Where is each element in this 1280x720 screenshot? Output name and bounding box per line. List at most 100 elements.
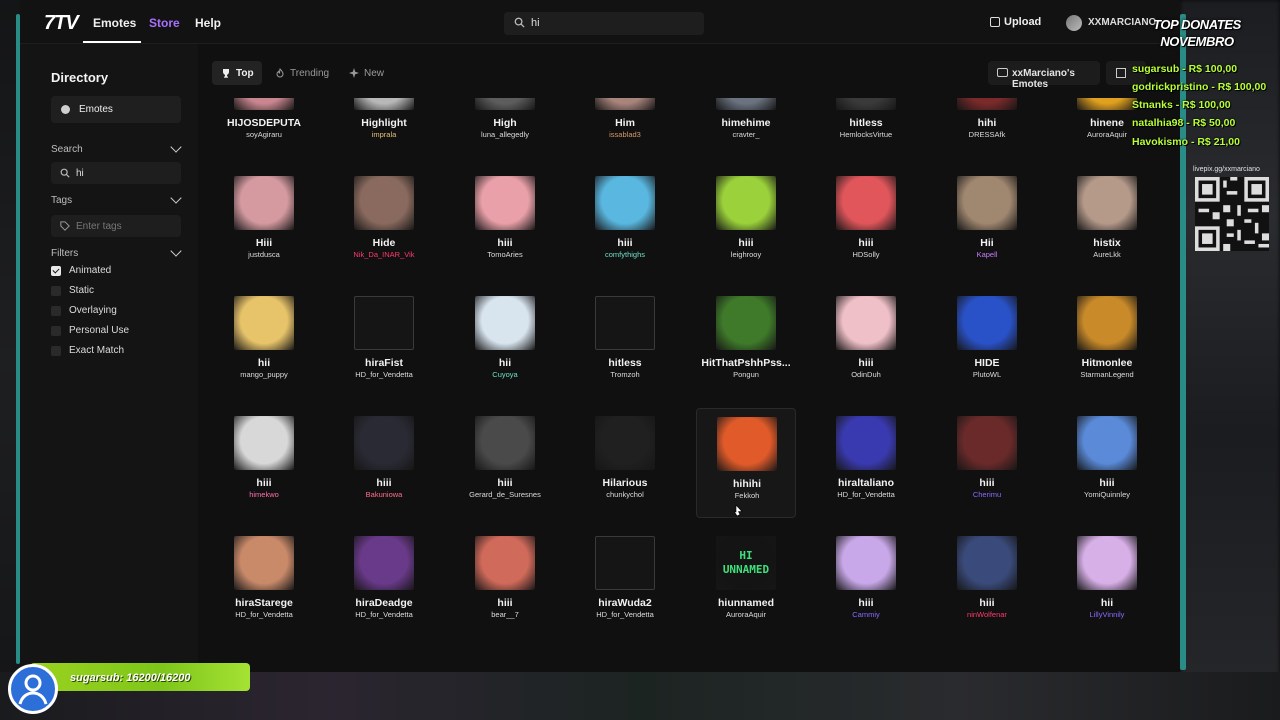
emote-owner[interactable]: Nik_Da_INAR_Vik	[334, 250, 434, 259]
emote-card[interactable]: hitless HemlocksVirtue	[816, 98, 916, 158]
emote-card[interactable]: hiraFist HD_for_Vendetta	[334, 288, 434, 398]
emote-card[interactable]: HitThatPshhPss... Pongun	[696, 288, 796, 398]
emote-owner[interactable]: cravter_	[696, 130, 796, 139]
emote-card[interactable]: hiii TomoAries	[455, 168, 555, 278]
emote-owner[interactable]: imprala	[334, 130, 434, 139]
emote-card[interactable]: hihi DRESSAfk	[937, 98, 1037, 158]
emote-owner[interactable]: luna_allegedly	[455, 130, 555, 139]
emote-card[interactable]: hiii Cammiy	[816, 528, 916, 638]
emote-card[interactable]: High luna_allegedly	[455, 98, 555, 158]
nav-store-link[interactable]: Store	[149, 16, 180, 30]
filter-exact-match[interactable]: Exact Match	[51, 345, 191, 359]
emote-card[interactable]: hiii leighrooy	[696, 168, 796, 278]
chevron-down-icon[interactable]	[170, 245, 182, 257]
emote-owner[interactable]: TomoAries	[455, 250, 555, 259]
emote-owner[interactable]: bear__7	[455, 610, 555, 619]
emote-card[interactable]: hii LillyVinnily	[1057, 528, 1157, 638]
tab-trending[interactable]: Trending	[266, 61, 332, 85]
emote-owner[interactable]: HDSolly	[816, 250, 916, 259]
emote-card[interactable]: hiii YomiQuinnley	[1057, 408, 1157, 518]
emote-owner[interactable]: Cherimu	[937, 490, 1037, 499]
emote-owner[interactable]: justdusca	[214, 250, 314, 259]
emote-owner[interactable]: PlutoWL	[937, 370, 1037, 379]
emote-card[interactable]: hiii Gerard_de_Suresnes	[455, 408, 555, 518]
filter-overlaying[interactable]: Overlaying	[51, 305, 191, 319]
emote-card[interactable]: Hide Nik_Da_INAR_Vik	[334, 168, 434, 278]
emote-owner[interactable]: chunkychol	[575, 490, 675, 499]
emote-card[interactable]: hiraWuda2 HD_for_Vendetta	[575, 528, 675, 638]
emote-owner[interactable]: soyAgiraru	[214, 130, 314, 139]
emote-card[interactable]: hiii HDSolly	[816, 168, 916, 278]
emote-card[interactable]: Highlight imprala	[334, 98, 434, 158]
emote-owner[interactable]: himekwo	[214, 490, 314, 499]
search-input[interactable]: hi	[51, 162, 181, 184]
emote-card[interactable]: hiii Cherimu	[937, 408, 1037, 518]
emote-card[interactable]: hiii comfythighs	[575, 168, 675, 278]
emote-owner[interactable]: Bakuniowa	[334, 490, 434, 499]
chevron-down-icon[interactable]	[170, 141, 182, 153]
checkbox[interactable]	[51, 326, 61, 336]
emote-card[interactable]: hitless Tromzoh	[575, 288, 675, 398]
emote-owner[interactable]: Cuyoya	[455, 370, 555, 379]
emote-owner[interactable]: ninWolfenar	[937, 610, 1037, 619]
emote-owner[interactable]: YomiQuinnley	[1057, 490, 1157, 499]
emote-card[interactable]: hiii bear__7	[455, 528, 555, 638]
emote-card[interactable]: hiraStarege HD_for_Vendetta	[214, 528, 314, 638]
emote-owner[interactable]: comfythighs	[575, 250, 675, 259]
my-emotes-button[interactable]: xxMarciano's Emotes	[988, 61, 1100, 90]
emote-card[interactable]: hiii OdinDuh	[816, 288, 916, 398]
emote-card[interactable]: hihihi Fekkoh	[696, 408, 796, 518]
site-logo[interactable]: 7TV	[44, 12, 79, 35]
nav-help-link[interactable]: Help	[195, 16, 221, 30]
checkbox[interactable]	[51, 306, 61, 316]
nav-emotes-link[interactable]: Emotes	[93, 16, 136, 30]
emote-card[interactable]: hii Cuyoya	[455, 288, 555, 398]
filter-personal-use[interactable]: Personal Use	[51, 325, 191, 339]
sidebar-item-emotes[interactable]: Emotes	[51, 96, 181, 123]
emote-card[interactable]: hiii ninWolfenar	[937, 528, 1037, 638]
tags-input[interactable]: Enter tags	[51, 215, 181, 237]
emote-owner[interactable]: Tromzoh	[575, 370, 675, 379]
emote-owner[interactable]: HemlocksVirtue	[816, 130, 916, 139]
emote-card[interactable]: Hii Kapell	[937, 168, 1037, 278]
upload-button[interactable]: Upload	[988, 16, 1041, 28]
emote-card[interactable]: histix AureLkk	[1057, 168, 1157, 278]
tab-top[interactable]: Top	[212, 61, 262, 85]
emote-owner[interactable]: OdinDuh	[816, 370, 916, 379]
emote-card[interactable]: hiraDeadge HD_for_Vendetta	[334, 528, 434, 638]
filter-animated[interactable]: Animated	[51, 265, 191, 279]
emote-owner[interactable]: HD_for_Vendetta	[575, 610, 675, 619]
emote-card[interactable]: Hilarious chunkychol	[575, 408, 675, 518]
global-search-input[interactable]: hi	[504, 12, 704, 35]
emote-owner[interactable]: DRESSAfk	[937, 130, 1037, 139]
emote-owner[interactable]: leighrooy	[696, 250, 796, 259]
emote-owner[interactable]: HD_for_Vendetta	[214, 610, 314, 619]
emote-owner[interactable]: Fekkoh	[697, 491, 797, 500]
checkbox-checked[interactable]	[51, 266, 61, 276]
emote-owner[interactable]: AuroraAquir	[696, 610, 796, 619]
emote-card[interactable]: hii mango_puppy	[214, 288, 314, 398]
emote-card[interactable]: Him issablad3	[575, 98, 675, 158]
emote-owner[interactable]: StarmanLegend	[1057, 370, 1157, 379]
emote-card[interactable]: hiii himekwo	[214, 408, 314, 518]
emote-owner[interactable]: Cammiy	[816, 610, 916, 619]
emote-card[interactable]: Hitmonlee StarmanLegend	[1057, 288, 1157, 398]
emote-owner[interactable]: HD_for_Vendetta	[816, 490, 916, 499]
emote-owner[interactable]: AureLkk	[1057, 250, 1157, 259]
checkbox[interactable]	[51, 286, 61, 296]
emote-owner[interactable]: issablad3	[575, 130, 675, 139]
emote-card[interactable]: hiii Bakuniowa	[334, 408, 434, 518]
emote-card[interactable]: HI UNNAMED hiunnamed AuroraAquir	[696, 528, 796, 638]
checkbox[interactable]	[51, 346, 61, 356]
user-avatar[interactable]	[1066, 15, 1082, 31]
emote-owner[interactable]: LillyVinnily	[1057, 610, 1157, 619]
filter-static[interactable]: Static	[51, 285, 191, 299]
emote-card[interactable]: HIJOSDEPUTA soyAgiraru	[214, 98, 314, 158]
tab-new[interactable]: New	[340, 61, 392, 85]
emote-owner[interactable]: mango_puppy	[214, 370, 314, 379]
emote-card[interactable]: HIDE PlutoWL	[937, 288, 1037, 398]
emote-owner[interactable]: Pongun	[696, 370, 796, 379]
emote-card[interactable]: himehime cravter_	[696, 98, 796, 158]
emote-card[interactable]: Hiii justdusca	[214, 168, 314, 278]
emote-owner[interactable]: Gerard_de_Suresnes	[455, 490, 555, 499]
